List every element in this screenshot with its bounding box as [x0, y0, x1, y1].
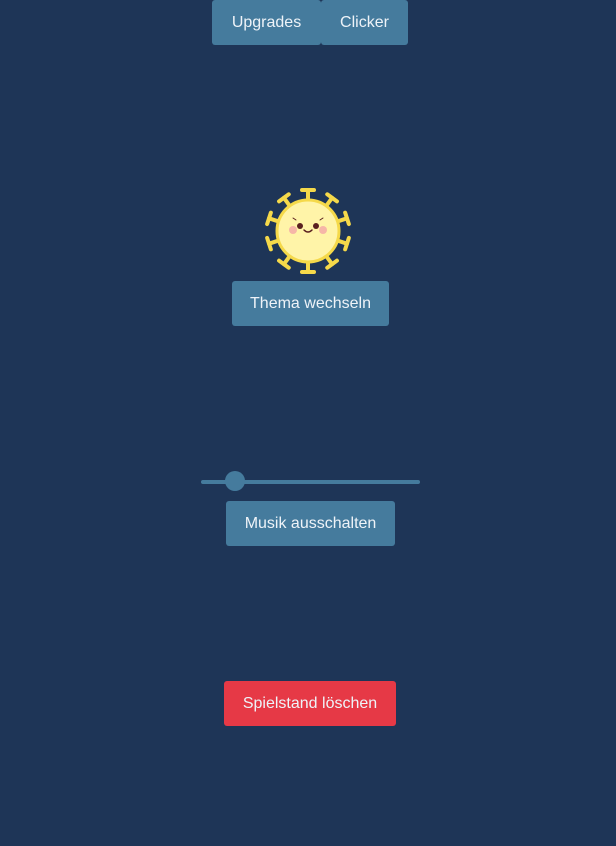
settings-page: Upgrades Clicker Thema wechseln Musik au…	[0, 0, 616, 846]
nav-clicker-button[interactable]: Clicker	[321, 0, 408, 45]
change-theme-button[interactable]: Thema wechseln	[232, 281, 389, 326]
slider-thumb[interactable]	[225, 471, 245, 491]
virus-sun-mascot-icon[interactable]	[262, 186, 358, 276]
delete-savegame-button[interactable]: Spielstand löschen	[224, 681, 396, 726]
nav-upgrades-button[interactable]: Upgrades	[212, 0, 321, 45]
toggle-music-button[interactable]: Musik ausschalten	[226, 501, 395, 546]
music-volume-slider[interactable]	[201, 470, 420, 492]
